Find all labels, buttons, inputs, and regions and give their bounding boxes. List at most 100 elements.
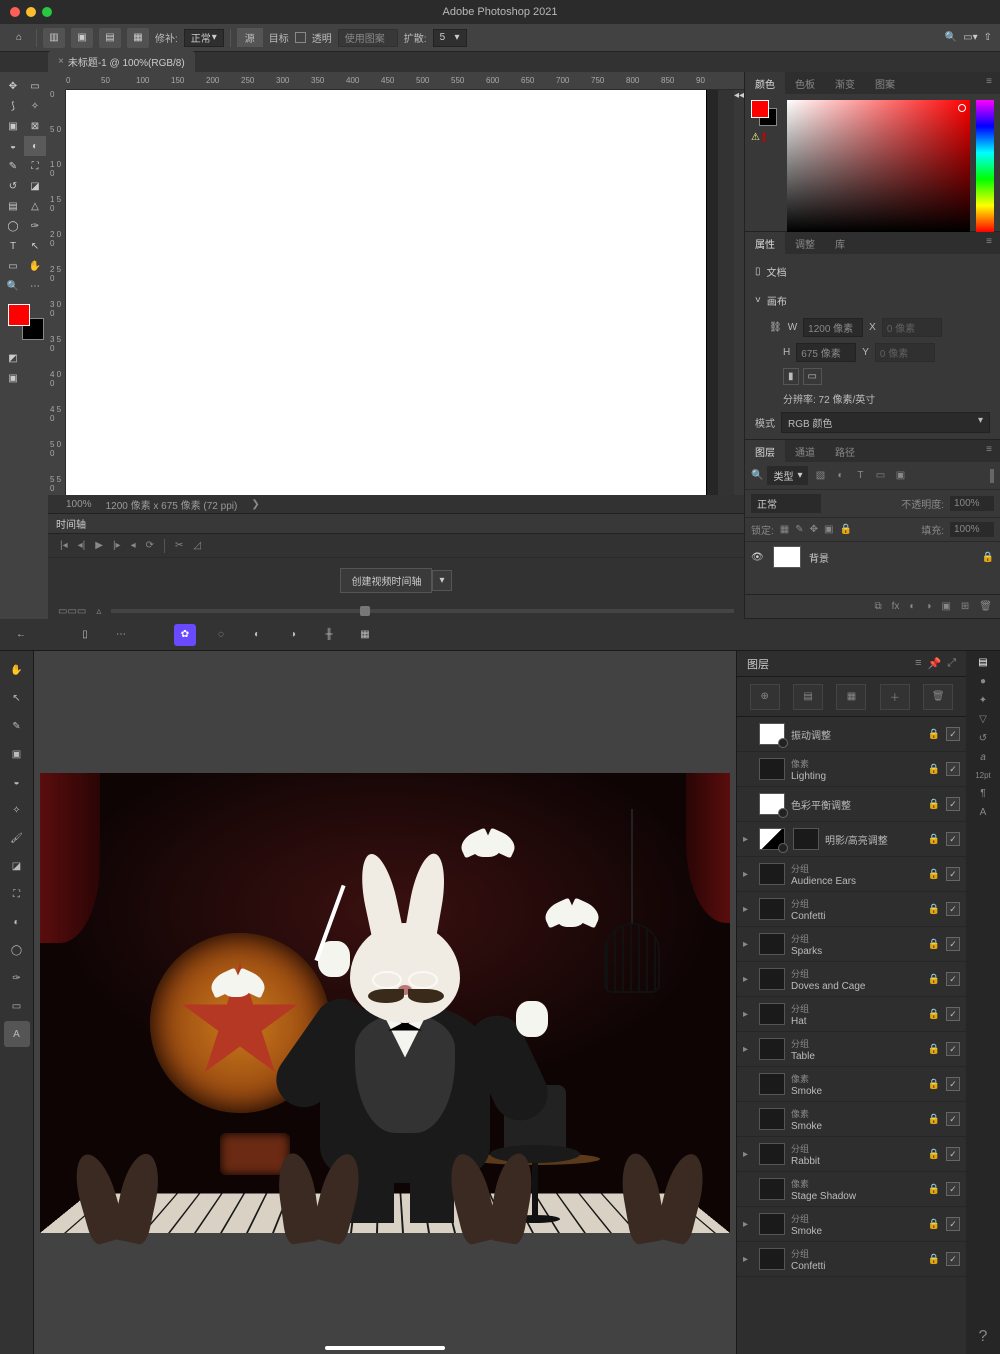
erase-tool[interactable]: ◪ xyxy=(4,853,30,879)
text-studio-icon[interactable]: A xyxy=(980,807,987,818)
layer-item[interactable]: 色彩平衡调整🔒✓ xyxy=(737,787,966,822)
visibility-checkbox[interactable]: ✓ xyxy=(946,1217,960,1231)
layer-item[interactable]: 振动调整🔒✓ xyxy=(737,717,966,752)
visibility-checkbox[interactable]: ✓ xyxy=(946,1252,960,1266)
orient-portrait[interactable]: ▮ xyxy=(783,368,799,385)
color-field[interactable] xyxy=(787,100,970,232)
type-tool[interactable]: T xyxy=(2,236,24,256)
visibility-checkbox[interactable]: ✓ xyxy=(946,1182,960,1196)
panel-collapse[interactable]: ◂◂ xyxy=(734,90,744,495)
height-input[interactable]: 675 像素 xyxy=(796,343,856,362)
ruler-horizontal[interactable]: 0501001502002503003504004505005506006507… xyxy=(66,72,744,90)
healing-tool[interactable]: ◐ xyxy=(4,909,30,935)
move-tool[interactable]: ↖ xyxy=(4,685,30,711)
crop-tool[interactable]: ▣ xyxy=(2,116,24,136)
filter-smart-icon[interactable]: ▣ xyxy=(892,468,908,484)
selection-brush-tool[interactable]: ◒ xyxy=(4,769,30,795)
color-swatches[interactable] xyxy=(8,304,44,340)
timeline-play-icon[interactable]: ▶ xyxy=(95,540,103,551)
hue-slider[interactable] xyxy=(976,100,994,232)
layer-item[interactable]: ▸分组Sparks🔒✓ xyxy=(737,927,966,962)
shape-tool[interactable]: ▭ xyxy=(2,256,24,276)
share-icon[interactable]: ⇧ xyxy=(984,32,992,43)
disclosure-icon[interactable]: ▸ xyxy=(743,1044,753,1055)
lock-icon[interactable]: 🔒 xyxy=(928,974,940,985)
frame-tool[interactable]: ⊠ xyxy=(24,116,46,136)
fx-studio-icon[interactable]: ✦ xyxy=(979,695,987,706)
color-mode-select[interactable]: RGB 颜色▾ xyxy=(781,412,990,433)
tab-patterns[interactable]: 图案 xyxy=(865,72,905,94)
timeline-tab[interactable]: 时间轴 xyxy=(48,513,744,533)
healing-mode-select[interactable]: 正常▾ xyxy=(184,29,224,47)
visibility-checkbox[interactable]: ✓ xyxy=(946,937,960,951)
ruler-vertical[interactable]: 05 01 0 01 5 02 0 02 5 03 0 03 5 04 0 04… xyxy=(48,90,66,495)
visibility-checkbox[interactable]: ✓ xyxy=(946,832,960,846)
shape-tool[interactable]: ▭ xyxy=(4,993,30,1019)
color-picker-tool[interactable]: ✎ xyxy=(4,713,30,739)
persona-export-icon[interactable]: ╫ xyxy=(318,624,340,646)
visibility-icon[interactable]: 👁 xyxy=(751,552,765,563)
visibility-checkbox[interactable]: ✓ xyxy=(946,867,960,881)
timeline-frames-icon[interactable]: ▭▭▭ xyxy=(58,606,86,617)
path-tool[interactable]: ↖ xyxy=(24,236,46,256)
search-icon[interactable]: 🔍 xyxy=(945,32,957,43)
create-video-timeline-button[interactable]: 创建视频时间轴 xyxy=(340,568,432,593)
lock-icon[interactable]: 🔒 xyxy=(928,869,940,880)
lock-icon[interactable]: 🔒 xyxy=(928,1044,940,1055)
disclosure-icon[interactable]: ▸ xyxy=(743,974,753,985)
help-icon[interactable]: ? xyxy=(979,1328,988,1354)
tab-libraries[interactable]: 库 xyxy=(825,232,855,254)
studio-pin-icon[interactable]: 📌 xyxy=(927,657,941,670)
layer-item[interactable]: ▸分组Doves and Cage🔒✓ xyxy=(737,962,966,997)
adjustment-icon[interactable]: ◑ xyxy=(925,601,931,612)
layer-item[interactable]: ▸分组Hat🔒✓ xyxy=(737,997,966,1032)
visibility-checkbox[interactable]: ✓ xyxy=(946,762,960,776)
persona-photo-icon[interactable]: ✿ xyxy=(174,624,196,646)
diffusion-value[interactable]: 5▾ xyxy=(433,29,467,47)
disclosure-icon[interactable]: ▸ xyxy=(743,1149,753,1160)
panel-menu-icon[interactable]: ≡ xyxy=(978,232,1000,254)
eyedropper-tool[interactable]: ◒ xyxy=(2,136,24,156)
pen-tool[interactable]: ✑ xyxy=(24,216,46,236)
panel-menu-icon[interactable]: ≡ xyxy=(978,440,1000,462)
eraser-tool[interactable]: ◪ xyxy=(24,176,46,196)
group-icon[interactable]: ▣ xyxy=(941,601,950,612)
lock-icon[interactable]: 🔒 xyxy=(928,1009,940,1020)
filter-image-icon[interactable]: ▧ xyxy=(812,468,828,484)
add-adjustment-button[interactable]: ▦ xyxy=(836,684,866,710)
zoom-level[interactable]: 100% xyxy=(66,499,92,510)
layer-item[interactable]: 像素Lighting🔒✓ xyxy=(737,752,966,787)
studio-menu-icon[interactable]: ≡ xyxy=(915,657,921,670)
clone-tool[interactable]: ⛶ xyxy=(4,881,30,907)
opacity-input[interactable]: 100% xyxy=(950,496,994,511)
tab-channels[interactable]: 通道 xyxy=(785,440,825,462)
visibility-checkbox[interactable]: ✓ xyxy=(946,1147,960,1161)
color-studio-icon[interactable]: ● xyxy=(980,676,986,687)
mask-icon[interactable]: ◐ xyxy=(909,601,915,612)
status-menu-icon[interactable]: ❯ xyxy=(251,499,259,510)
back-icon[interactable]: ← xyxy=(10,624,32,646)
disclosure-icon[interactable]: ▸ xyxy=(743,904,753,915)
lock-paint-icon[interactable]: ✎ xyxy=(795,524,803,535)
orient-landscape[interactable]: ▭ xyxy=(803,368,822,385)
color-fgbg[interactable] xyxy=(751,100,777,126)
filter-toggle[interactable] xyxy=(990,469,994,483)
visibility-checkbox[interactable]: ✓ xyxy=(946,1077,960,1091)
visibility-checkbox[interactable]: ✓ xyxy=(946,727,960,741)
marquee-tool[interactable]: ▭ xyxy=(24,76,46,96)
timeline-cut-icon[interactable]: ✂ xyxy=(175,540,183,551)
filter-adjust-icon[interactable]: ◐ xyxy=(832,468,848,484)
filter-type-icon[interactable]: T xyxy=(852,468,868,484)
timeline-transition-icon[interactable]: ◿ xyxy=(193,540,201,551)
minimize-window[interactable] xyxy=(26,7,36,17)
canvas[interactable] xyxy=(34,651,736,1354)
visibility-checkbox[interactable]: ✓ xyxy=(946,902,960,916)
add-mask-button[interactable]: ▤ xyxy=(793,684,823,710)
add-pixel-layer-button[interactable]: ⊕ xyxy=(750,684,780,710)
tab-swatches[interactable]: 色板 xyxy=(785,72,825,94)
wand-tool[interactable]: ✧ xyxy=(24,96,46,116)
lock-icon[interactable]: 🔒 xyxy=(928,1079,940,1090)
timeline-last-icon[interactable]: ◂ xyxy=(131,540,136,551)
paint-brush-tool[interactable]: 🖌 xyxy=(4,825,30,851)
layer-item[interactable]: ▸分组Table🔒✓ xyxy=(737,1032,966,1067)
